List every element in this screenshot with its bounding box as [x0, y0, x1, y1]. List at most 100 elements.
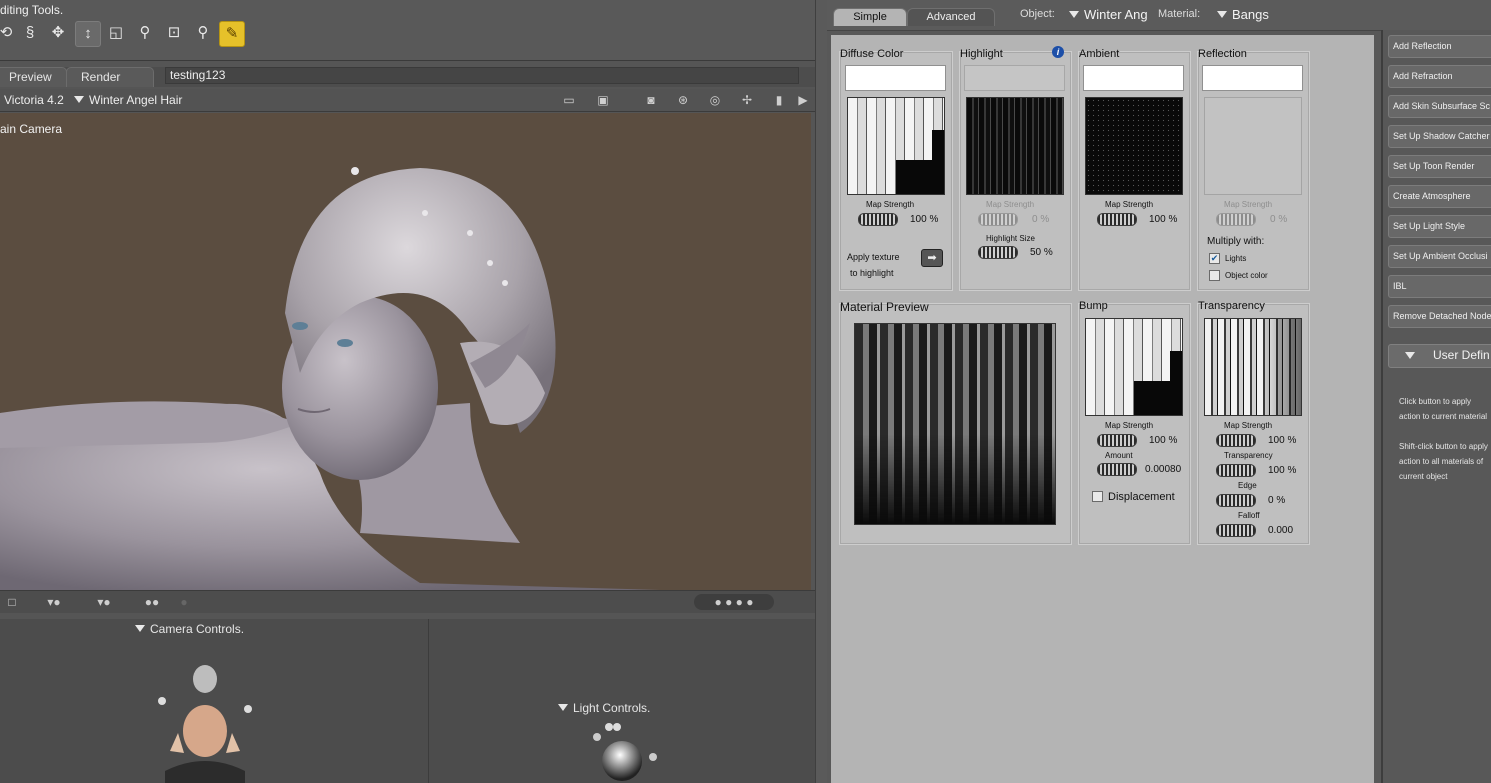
add-refraction-button[interactable]: Add Refraction — [1388, 65, 1491, 88]
bump-amount-dial[interactable] — [1097, 463, 1137, 476]
highlight-map-strength-dial[interactable] — [978, 213, 1018, 226]
bump-group: Bump Map Strength 100 % Amount 0.00080 D… — [1078, 300, 1191, 545]
actor-name: Winter Angel Hair — [89, 93, 183, 107]
bottom-controls: Camera Controls. Light Controls. — [0, 619, 815, 783]
highlight-color-swatch[interactable] — [964, 65, 1065, 91]
reflection-texture-map[interactable] — [1204, 97, 1302, 195]
edge-dial[interactable] — [1216, 494, 1256, 507]
reflection-color-swatch[interactable] — [1202, 65, 1303, 91]
hand-icon[interactable]: ▮ — [768, 92, 790, 108]
square-icon[interactable]: □ — [4, 594, 20, 610]
falloff-dial[interactable] — [1216, 524, 1256, 537]
ambient-color-swatch[interactable] — [1083, 65, 1184, 91]
transparency-map-strength-dial[interactable] — [1216, 434, 1256, 447]
camera-head-icon[interactable] — [150, 641, 260, 783]
taper-icon[interactable]: ⚲ — [133, 21, 157, 45]
set-up-shadow-catcher-button[interactable]: Set Up Shadow Catcher — [1388, 125, 1491, 148]
tab-advanced[interactable]: Advanced — [907, 8, 995, 26]
remove-detached-nodes-button[interactable]: Remove Detached Node — [1388, 305, 1491, 328]
bump-amount-label: Amount — [1105, 451, 1133, 460]
ball-group-icon[interactable]: ●● — [140, 594, 164, 610]
bump-map-strength-dial[interactable] — [1097, 434, 1137, 447]
highlight-group: Highlight i Map Strength 0 % Highlight S… — [959, 46, 1072, 291]
bump-map-strength-value: 100 % — [1149, 435, 1178, 446]
set-up-toon-render-button[interactable]: Set Up Toon Render — [1388, 155, 1491, 178]
transparency-value: 100 % — [1268, 465, 1297, 476]
lights-checkbox[interactable]: ✔ — [1209, 253, 1220, 264]
add-skin-subsurface-button[interactable]: Add Skin Subsurface Sc — [1388, 95, 1491, 118]
diffuse-texture-map[interactable] — [847, 97, 945, 195]
light-controls-label: Light Controls. — [573, 701, 651, 715]
create-atmosphere-button[interactable]: Create Atmosphere — [1388, 185, 1491, 208]
diffuse-title: Diffuse Color — [840, 48, 904, 60]
material-dropdown[interactable]: Bangs — [1217, 7, 1269, 22]
chevron-down-icon — [1217, 11, 1227, 18]
diffuse-map-strength-dial[interactable] — [858, 213, 898, 226]
transparency-map-strength-value: 100 % — [1268, 435, 1297, 446]
highlight-size-dial[interactable] — [978, 246, 1018, 259]
sphere-icon[interactable]: ◎ — [704, 92, 726, 108]
diffuse-color-swatch[interactable] — [845, 65, 946, 91]
tab-preview[interactable]: Preview — [0, 67, 67, 87]
orbit-icon[interactable]: ⊛ — [672, 92, 694, 108]
render-camera-icon[interactable]: ▣ — [592, 92, 614, 108]
highlight-texture-map[interactable] — [966, 97, 1064, 195]
color-pen-icon[interactable]: ✎ — [219, 21, 245, 47]
tab-simple[interactable]: Simple — [833, 8, 907, 26]
arrow-right-icon[interactable]: ▶ — [792, 92, 814, 108]
object-color-label: Object color — [1225, 271, 1268, 280]
scale-icon[interactable]: ◱ — [104, 21, 128, 45]
camera-controls-title[interactable]: Camera Controls. — [135, 622, 244, 636]
set-up-ambient-occlusion-button[interactable]: Set Up Ambient Occlusi — [1388, 245, 1491, 268]
light-controls-title[interactable]: Light Controls. — [558, 701, 650, 715]
bump-texture-map[interactable] — [1085, 318, 1183, 416]
render-name-field[interactable]: testing123 — [165, 67, 799, 84]
zoom-icon[interactable]: ⚲ — [191, 21, 215, 45]
object-value: Winter Ang — [1084, 7, 1148, 22]
camera-icon[interactable]: ▭ — [558, 92, 580, 108]
transparency-dial[interactable] — [1216, 464, 1256, 477]
chevron-down-icon — [1405, 352, 1415, 359]
diffuse-map-strength-label: Map Strength — [866, 200, 915, 209]
translate-icon[interactable]: ↕ — [75, 21, 101, 47]
apply-texture-label-1: Apply texture — [847, 252, 900, 262]
display-style-icon[interactable]: ◙ — [640, 92, 662, 108]
object-color-checkbox[interactable] — [1209, 270, 1220, 281]
displacement-checkbox[interactable] — [1092, 491, 1103, 502]
material-preview-image[interactable] — [854, 323, 1056, 525]
tab-render[interactable]: Render — [66, 67, 154, 87]
move-icon[interactable]: ✥ — [46, 21, 70, 45]
falloff-value: 0.000 — [1268, 525, 1294, 536]
display-dropdown-icon[interactable]: ▾● — [86, 594, 122, 610]
pan-icon[interactable]: ✢ — [736, 92, 758, 108]
3d-viewport[interactable]: ain Camera — [0, 113, 811, 590]
chain-icon[interactable]: ⊡ — [162, 21, 186, 45]
figure-dropdown[interactable]: Victoria 4.2 — [4, 93, 64, 107]
chevron-down-icon — [558, 704, 568, 711]
edge-label: Edge — [1238, 481, 1257, 490]
rotate-icon[interactable]: ⟲ — [0, 21, 18, 45]
reflection-map-strength-dial[interactable] — [1216, 213, 1256, 226]
highlight-map-strength-label: Map Strength — [986, 200, 1035, 209]
ambient-texture-map[interactable] — [1085, 97, 1183, 195]
ibl-button[interactable]: IBL — [1388, 275, 1491, 298]
camera-controls-panel: Camera Controls. — [0, 619, 429, 783]
add-reflection-button[interactable]: Add Reflection — [1388, 35, 1491, 58]
bump-amount-value: 0.00080 — [1145, 464, 1182, 475]
shading-dropdown-icon[interactable]: ▾● — [36, 594, 72, 610]
background-color-swatches[interactable]: ● ● ● ● — [694, 594, 774, 610]
document-window: diting Tools. ⟲ § ✥ ↕ ◱ ⚲ ⊡ ⚲ ✎ Preview … — [0, 0, 815, 783]
ambient-title: Ambient — [1079, 48, 1120, 60]
set-up-light-style-button[interactable]: Set Up Light Style — [1388, 215, 1491, 238]
dot-icon[interactable]: ● — [176, 594, 192, 610]
object-dropdown[interactable]: Winter Ang — [1069, 7, 1148, 22]
actor-dropdown[interactable]: Winter Angel Hair — [74, 93, 182, 107]
info-icon[interactable]: i — [1052, 46, 1064, 58]
transparency-texture-map[interactable] — [1204, 318, 1302, 416]
twist-icon[interactable]: § — [18, 21, 42, 45]
apply-texture-arrow-button[interactable]: ➡ — [921, 249, 943, 267]
light-sphere-icon[interactable] — [587, 719, 677, 783]
diffuse-map-strength-value: 100 % — [910, 214, 939, 225]
ambient-map-strength-dial[interactable] — [1097, 213, 1137, 226]
user-defined-dropdown[interactable]: User Defin — [1388, 344, 1491, 368]
